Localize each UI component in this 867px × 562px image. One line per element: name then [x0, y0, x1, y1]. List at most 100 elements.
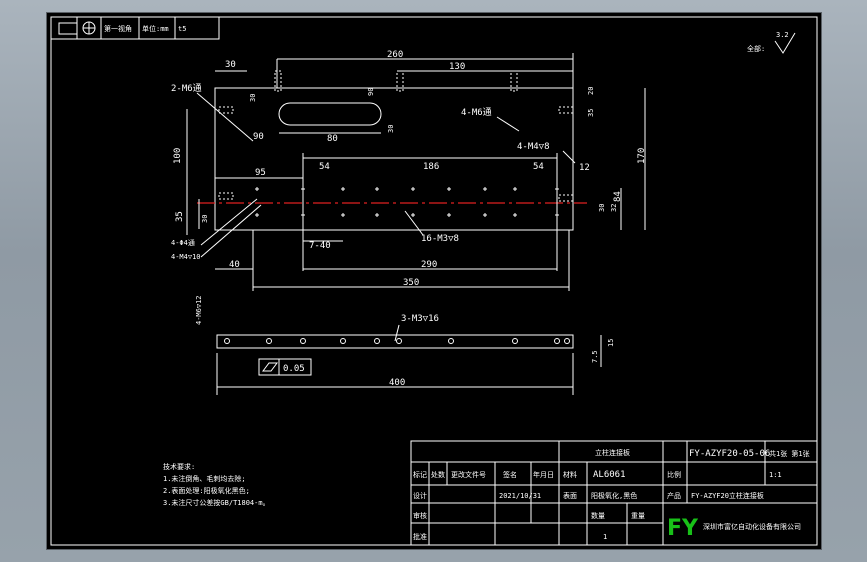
side-hole-marker: [564, 338, 570, 344]
hole-marker: [411, 187, 415, 191]
side-view: 400 7.5 15 4-M6▽12 3-M3▽16 0.05: [195, 295, 615, 395]
approve-label: 批准: [413, 532, 427, 541]
tech-req-item: 1.未注倒角、毛刺均去除;: [163, 474, 246, 483]
header-strip: 第一视角 单位:mm t5: [50, 16, 220, 40]
drawing-number: FY-AZYF20-05-06: [689, 449, 770, 459]
top-view-outline: [214, 87, 574, 231]
mark-label: 标记: [413, 470, 427, 479]
company-logo: FY: [667, 516, 699, 541]
callout-16-m3: 16-M3▽8: [421, 234, 459, 244]
dim-90: 90: [253, 132, 264, 142]
tech-requirements: 技术要求: 1.未注倒角、毛刺均去除; 2.表面处理:阳极氧化黑色; 3.未注尺…: [163, 462, 270, 507]
dim-40: 40: [229, 260, 240, 270]
flatness-value: 0.05: [283, 364, 305, 374]
dim-12: 12: [579, 163, 590, 173]
side-hole-marker: [396, 338, 402, 344]
change-label: 更改文件号: [451, 470, 486, 479]
oblong-slot: [278, 102, 382, 126]
dim-100: 100: [173, 148, 183, 164]
dim-186: 186: [423, 162, 439, 172]
flatness-icon: [262, 362, 278, 372]
dim-32: 32: [610, 204, 618, 212]
callout-4-phi4: 4-Φ4通: [171, 238, 195, 247]
dim-54b: 54: [533, 162, 544, 172]
company-name: 深圳市富亿自动化设备有限公司: [703, 522, 801, 531]
product-value: FY-AZYF20立柱连接板: [691, 491, 764, 500]
callout-4-m4-10: 4-M4▽10: [171, 253, 201, 261]
tapped-hole: [558, 194, 574, 202]
side-view-outline: [216, 334, 574, 349]
hole-marker: [255, 187, 259, 191]
tech-req-item: 3.未注尺寸公差按GB/T1804-m。: [163, 498, 270, 507]
material-value: AL6061: [593, 470, 626, 480]
hole-pattern: [255, 187, 559, 217]
thickness-label: t5: [178, 25, 186, 33]
dim-15: 15: [607, 339, 615, 347]
dim-30-slot: 30: [249, 94, 257, 102]
surface-value: 阳极氧化,黑色: [591, 491, 637, 500]
side-hole-marker: [448, 338, 454, 344]
dim-90-slot: 90: [367, 88, 375, 96]
dim-400: 400: [389, 378, 405, 388]
side-hole-marker: [224, 338, 230, 344]
hole-marker: [411, 213, 415, 217]
roughness-value: 3.2: [776, 31, 789, 39]
hole-marker: [513, 213, 517, 217]
top-view: 260 130 30 80 90 30 90 30 100 35 30 95 5…: [171, 50, 647, 291]
sheet-info: 共1张 第1张: [769, 449, 810, 458]
hole-marker: [375, 187, 379, 191]
side-hole-marker: [554, 338, 560, 344]
dim-20: 20: [587, 87, 595, 95]
dim-260: 260: [387, 50, 403, 60]
callout-2-m6: 2-M6通: [171, 83, 202, 94]
roughness-prefix: 全部:: [747, 44, 765, 53]
date-label: 年月日: [533, 470, 554, 479]
hole-marker: [483, 187, 487, 191]
header-strip-box: [50, 16, 220, 40]
dim-80: 80: [327, 134, 338, 144]
part-name: 立柱连接板: [595, 448, 630, 457]
side-hole-marker: [340, 338, 346, 344]
roughness-symbol: 全部: 3.2: [747, 31, 796, 54]
dim-35-right: 35: [587, 109, 595, 117]
dim-350: 350: [403, 278, 419, 288]
dim-35: 35: [175, 211, 185, 222]
count-label: 处数: [431, 470, 445, 479]
dim-130: 130: [449, 62, 465, 72]
tech-req-item: 2.表面处理:阳极氧化黑色;: [163, 486, 250, 495]
side-callout-m6: 4-M6▽12: [195, 295, 203, 325]
drawing-sheet: 第一视角 单位:mm t5 全部: 3.2 260 130 30 80 90 3…: [46, 12, 822, 550]
callout-4-m4: 4-M4▽8: [517, 142, 550, 152]
side-hole-marker: [374, 338, 380, 344]
weight-label: 重量: [631, 512, 645, 520]
side-hole-pattern: [224, 338, 570, 344]
qty-value: 1: [603, 533, 607, 541]
scale-label: 比例: [667, 470, 681, 479]
hole-marker: [447, 213, 451, 217]
hole-marker: [447, 187, 451, 191]
side-hole-marker: [512, 338, 518, 344]
hole-marker: [341, 213, 345, 217]
dim-30-left: 30: [201, 215, 209, 223]
dim-30-right: 30: [598, 204, 606, 212]
dim-54a: 54: [319, 162, 330, 172]
callout-4-m6: 4-M6通: [461, 107, 492, 118]
design-label: 设计: [413, 491, 427, 500]
projection-box-icon: [58, 22, 78, 35]
sign-label: 签名: [503, 470, 517, 479]
title-block: 标记 处数 更改文件号 签名 年月日 设计 审核 批准 2021/10/31 材…: [410, 440, 818, 546]
hole-marker: [375, 213, 379, 217]
hole-marker: [255, 213, 259, 217]
side-hole-marker: [266, 338, 272, 344]
material-label: 材料: [563, 470, 577, 479]
dim-95: 95: [255, 168, 266, 178]
scale-value: 1:1: [769, 471, 782, 479]
tapped-hole: [218, 192, 234, 200]
dim-170: 170: [637, 148, 647, 164]
cad-drawing: 第一视角 单位:mm t5 全部: 3.2 260 130 30 80 90 3…: [50, 16, 818, 546]
unit-label: 单位:mm: [142, 24, 169, 33]
side-hole-marker: [300, 338, 306, 344]
dim-84: 84: [613, 191, 623, 202]
dim-30: 30: [225, 60, 236, 70]
tech-req-title: 技术要求:: [163, 462, 195, 471]
